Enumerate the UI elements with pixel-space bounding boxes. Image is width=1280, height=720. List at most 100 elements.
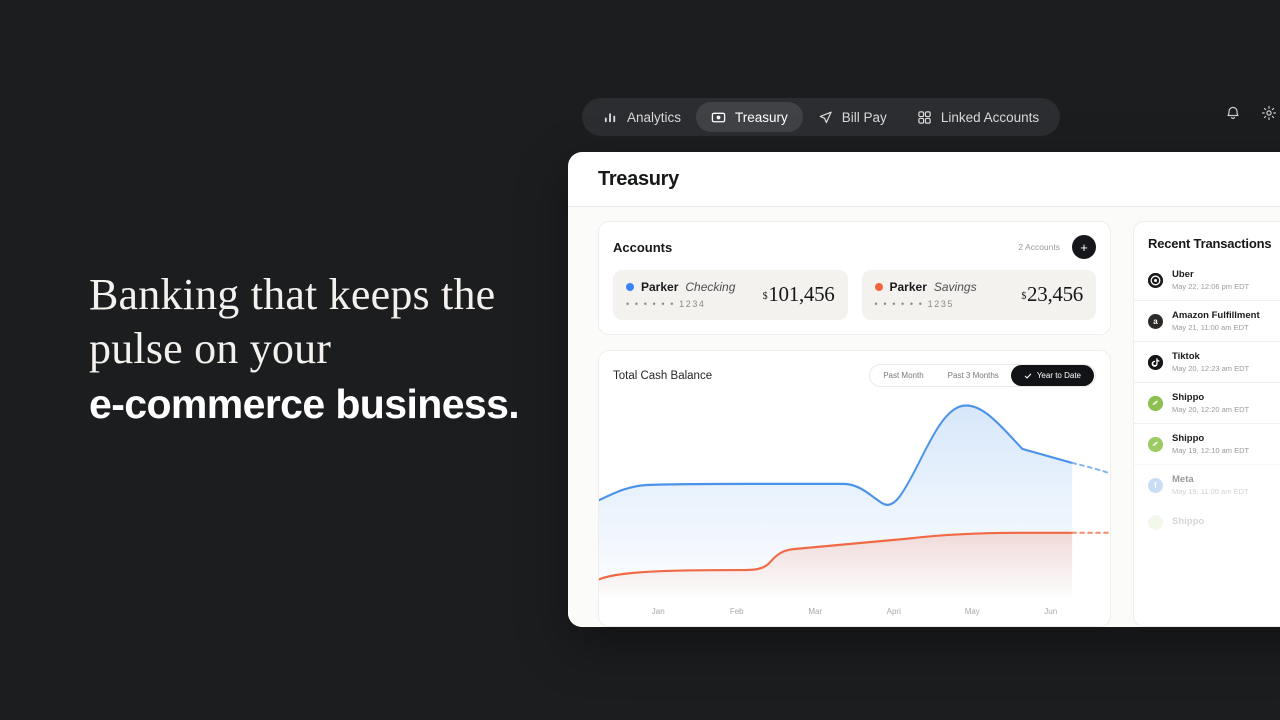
- account-type: Savings: [933, 280, 977, 294]
- hero-line-1: Banking that keeps the: [89, 270, 496, 319]
- account-balance: $101,456: [763, 282, 835, 307]
- transaction-merchant: Meta: [1172, 474, 1194, 485]
- settings-button[interactable]: [1254, 98, 1280, 128]
- x-tick-jun: Jun: [1044, 607, 1058, 616]
- nav-label-bill-pay: Bill Pay: [841, 109, 887, 125]
- range-filter-group: Past Month Past 3 Months Year to Date: [869, 364, 1096, 387]
- transaction-merchant: Shippo: [1172, 516, 1205, 527]
- page-title: Treasury: [598, 167, 679, 190]
- x-tick-feb: Feb: [729, 607, 744, 616]
- transaction-info: Shippo May 20, 12:20 am EDT: [1172, 392, 1280, 414]
- add-account-button[interactable]: +: [1072, 235, 1096, 259]
- transaction-row[interactable]: Uber May 22, 12:06 pm EDT $: [1134, 260, 1280, 300]
- main-navigation: Analytics Treasury Bill Pay Linked Accou…: [582, 98, 1061, 136]
- send-icon: [818, 110, 833, 125]
- account-owner: Parker: [889, 280, 927, 294]
- notifications-button[interactable]: [1218, 98, 1248, 128]
- gear-icon: [1261, 105, 1277, 121]
- card-icon: [711, 110, 726, 125]
- x-tick-jan: Jan: [651, 607, 665, 616]
- dashboard-panel: Treasury Accounts 2 Accounts + Parker Ch…: [568, 152, 1280, 627]
- accounts-count: 2 Accounts: [1018, 242, 1060, 252]
- transaction-merchant: Amazon Fulfillment: [1172, 310, 1260, 321]
- transactions-heading: Recent Transactions: [1148, 236, 1272, 251]
- account-amount: 101,456: [768, 282, 835, 306]
- transaction-info: Meta May 19, 11:00 am EDT: [1172, 474, 1280, 496]
- panel-body: Accounts 2 Accounts + Parker Checking • …: [568, 207, 1280, 627]
- bell-icon: [1225, 105, 1241, 121]
- x-tick-apr: Apri: [886, 607, 901, 616]
- series-checking-projection: [1071, 461, 1110, 475]
- account-balance: $23,456: [1021, 282, 1083, 307]
- transaction-merchant: Shippo: [1172, 433, 1205, 444]
- accounts-header-actions: 2 Accounts +: [1018, 235, 1096, 259]
- accounts-card: Accounts 2 Accounts + Parker Checking • …: [598, 221, 1111, 335]
- hero-line-3: e-commerce business.: [89, 381, 520, 427]
- transaction-row[interactable]: a Amazon Fulfillment May 21, 11:00 am ED…: [1134, 300, 1280, 341]
- transaction-date: May 20, 12:20 am EDT: [1172, 405, 1250, 414]
- transaction-row[interactable]: Shippo May 20, 12:20 am EDT $: [1134, 382, 1280, 423]
- account-card-checking[interactable]: Parker Checking • • • • • • 1234 $101,45…: [613, 270, 848, 320]
- chart-header: Total Cash Balance Past Month Past 3 Mon…: [599, 364, 1110, 387]
- x-tick-may: May: [964, 607, 980, 616]
- accounts-list: Parker Checking • • • • • • 1234 $101,45…: [613, 270, 1096, 320]
- transaction-row[interactable]: Shippo May 19, 12:10 am EDT $: [1134, 423, 1280, 464]
- transaction-info: Tiktok May 20, 12:23 am EDT: [1172, 351, 1280, 373]
- grid-icon: [917, 110, 932, 125]
- transaction-date: May 19, 12:10 am EDT: [1172, 446, 1250, 455]
- shippo-icon: [1148, 515, 1163, 530]
- transaction-date: May 20, 12:23 am EDT: [1172, 364, 1250, 373]
- transaction-row[interactable]: Tiktok May 20, 12:23 am EDT $: [1134, 341, 1280, 382]
- account-mask: • • • • • • 1234: [626, 299, 706, 309]
- transaction-date: May 22, 12:06 pm EDT: [1172, 282, 1250, 291]
- range-filter-label: Year to Date: [1036, 371, 1081, 380]
- meta-icon: f: [1148, 477, 1163, 493]
- transaction-date: May 21, 11:00 am EDT: [1172, 323, 1249, 332]
- nav-label-analytics: Analytics: [627, 109, 682, 125]
- nav-item-analytics[interactable]: Analytics: [588, 102, 696, 132]
- transaction-date: May 19, 11:00 am EDT: [1172, 487, 1249, 496]
- chart-x-axis: Jan Feb Mar Apri May Jun: [599, 607, 1110, 616]
- top-actions: [1218, 98, 1280, 128]
- account-color-dot: [874, 283, 883, 291]
- cash-balance-chart-card: Total Cash Balance Past Month Past 3 Mon…: [598, 350, 1111, 627]
- range-filter-past-3-months[interactable]: Past 3 Months: [936, 365, 1011, 386]
- chart-title: Total Cash Balance: [613, 369, 713, 382]
- range-filter-year-to-date[interactable]: Year to Date: [1010, 365, 1094, 386]
- nav-item-treasury[interactable]: Treasury: [696, 102, 803, 132]
- nav-item-linked-accounts[interactable]: Linked Accounts: [902, 102, 1054, 132]
- account-owner: Parker: [641, 280, 679, 294]
- tiktok-icon: [1148, 354, 1163, 370]
- page-root: Banking that keeps the pulse on your e-c…: [0, 0, 1280, 720]
- bar-chart-icon: [603, 110, 618, 125]
- transaction-info: Shippo: [1172, 516, 1280, 529]
- transaction-row[interactable]: f Meta May 19, 11:00 am EDT $: [1134, 464, 1280, 505]
- uber-icon: [1148, 272, 1163, 288]
- account-name: Parker Savings: [874, 280, 977, 294]
- account-amount: 23,456: [1027, 282, 1083, 306]
- transaction-merchant: Tiktok: [1172, 351, 1200, 362]
- transaction-merchant: Shippo: [1172, 392, 1205, 403]
- x-tick-mar: Mar: [808, 607, 823, 616]
- range-filter-past-month[interactable]: Past Month: [871, 365, 935, 386]
- transaction-info: Shippo May 19, 12:10 am EDT: [1172, 433, 1280, 455]
- transaction-row[interactable]: Shippo: [1134, 505, 1280, 539]
- recent-transactions-card: Recent Transactions Uber May 22, 12:06 p…: [1133, 221, 1280, 627]
- panel-header: Treasury: [568, 152, 1280, 207]
- check-icon: [1024, 372, 1032, 380]
- account-currency: $: [762, 291, 768, 302]
- transaction-merchant: Uber: [1172, 269, 1194, 280]
- right-column: Recent Transactions Uber May 22, 12:06 p…: [1133, 221, 1280, 627]
- accounts-header: Accounts 2 Accounts +: [613, 235, 1096, 259]
- nav-label-linked-accounts: Linked Accounts: [940, 109, 1040, 125]
- nav-item-bill-pay[interactable]: Bill Pay: [803, 102, 902, 132]
- account-color-dot: [626, 283, 634, 291]
- hero-headline: Banking that keeps the pulse on your e-c…: [89, 268, 559, 431]
- transaction-info: Uber May 22, 12:06 pm EDT: [1172, 269, 1280, 291]
- account-card-savings[interactable]: Parker Savings • • • • • • 1235 $23,456: [861, 270, 1096, 320]
- account-info: Parker Savings • • • • • • 1235: [874, 280, 977, 309]
- chart-plot-area[interactable]: Jan Feb Mar Apri May Jun: [599, 393, 1110, 626]
- account-info: Parker Checking • • • • • • 1234: [626, 280, 735, 309]
- shippo-icon: [1148, 436, 1163, 452]
- account-mask: • • • • • • 1235: [874, 299, 955, 309]
